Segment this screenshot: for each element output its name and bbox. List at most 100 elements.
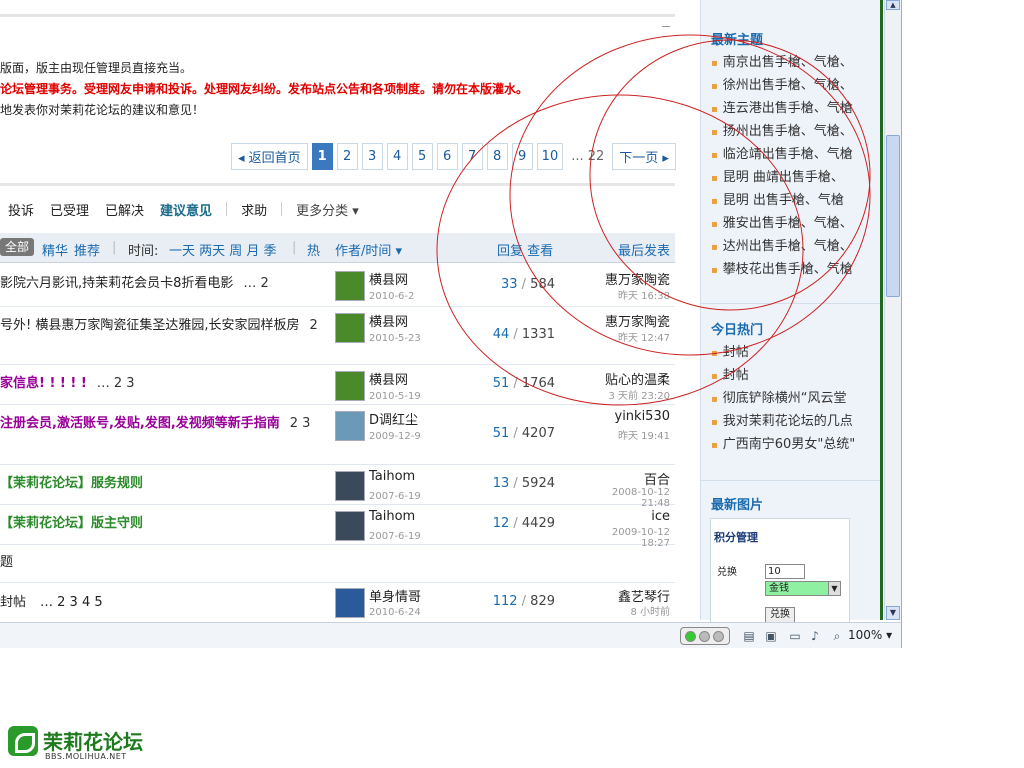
- scrollbar-thumb[interactable]: [886, 135, 900, 297]
- thread-date: 2007-6-19: [369, 491, 421, 502]
- hot-topic-item[interactable]: 封帖: [711, 341, 871, 364]
- latest-topic-item[interactable]: 攀枝花出售手槍、气槍: [711, 258, 871, 281]
- latest-topic-item[interactable]: 南京出售手槍、气槍、: [711, 51, 871, 74]
- table-row[interactable]: 封帖… 2 3 4 5 单身情哥 2010-6-24 鑫艺琴行 8 小时前 112 / 8…: [0, 583, 675, 621]
- latest-topic-item[interactable]: 徐州出售手槍、气槍、: [711, 74, 871, 97]
- category-complaint[interactable]: 投诉: [0, 200, 42, 219]
- next-page-button[interactable]: 下一页 ▸: [612, 142, 676, 170]
- last-post-time[interactable]: 3 天前 23:20: [580, 387, 670, 402]
- zoom-level[interactable]: 100% ▾: [848, 628, 892, 642]
- sort-author-time[interactable]: 作者/时间 ▾: [335, 240, 402, 259]
- last-poster[interactable]: ice: [580, 509, 670, 524]
- thread-author[interactable]: Taihom: [369, 469, 415, 484]
- page-icon[interactable]: ▤: [742, 629, 756, 643]
- table-row[interactable]: 【茉莉花论坛】版主守则 Taihom 2007-6-19 12 / 4429 ice 20…: [0, 505, 675, 549]
- avatar[interactable]: [335, 411, 365, 441]
- category-accepted[interactable]: 已受理: [42, 200, 97, 219]
- page-7[interactable]: 7: [461, 142, 483, 170]
- collapse-icon[interactable]: [662, 26, 670, 27]
- table-row[interactable]: 【茉莉花论坛】服务规则 Taihom 2007-6-19 13 / 5924 百合 200…: [0, 465, 675, 509]
- thread-title-link[interactable]: 注册会员,激活账号,发贴,发图,发视频等新手指南 2 3: [0, 414, 320, 434]
- page-4[interactable]: 4: [386, 142, 408, 170]
- thread-author[interactable]: 横县网: [369, 311, 408, 330]
- page-5[interactable]: 5: [411, 142, 433, 170]
- page-8[interactable]: 8: [486, 142, 508, 170]
- hot-topic-item[interactable]: 彻底铲除横州“风云堂: [711, 387, 871, 410]
- last-poster[interactable]: 惠万家陶瓷: [580, 311, 670, 330]
- scroll-down-arrow-icon[interactable]: ▼: [886, 606, 900, 620]
- category-help[interactable]: 求助: [233, 200, 275, 219]
- table-row[interactable]: 影院六月影讯,持茉莉花会员卡8折看电影 … 2 横县网 2010-6-2 33 / 58…: [0, 265, 675, 307]
- connection-status-icon[interactable]: [680, 627, 730, 645]
- avatar[interactable]: [335, 371, 365, 401]
- avatar[interactable]: [335, 313, 365, 343]
- page-1[interactable]: 1: [311, 142, 333, 170]
- latest-topic-item[interactable]: 昆明 出售手槍、气槍: [711, 189, 871, 212]
- zoom-icon[interactable]: ⌕: [830, 629, 844, 643]
- time-filter-options[interactable]: 一天 两天 周 月 季: [169, 240, 277, 259]
- latest-topic-item[interactable]: 临沧靖出售手槍、气槍: [711, 143, 871, 166]
- page-10[interactable]: 10: [536, 142, 564, 170]
- filter-digest[interactable]: 精华: [42, 240, 68, 259]
- hot-topic-item[interactable]: 我对茉莉花论坛的几点: [711, 410, 871, 433]
- last-poster[interactable]: yinki530: [580, 409, 671, 424]
- scroll-up-arrow-icon[interactable]: ▲: [886, 0, 900, 10]
- filter-recommend[interactable]: 推荐: [74, 240, 100, 259]
- thread-pages[interactable]: … 2 3: [97, 376, 135, 391]
- last-poster[interactable]: 百合: [580, 469, 670, 488]
- latest-topic-item[interactable]: 达州出售手槍、气槍、: [711, 235, 871, 258]
- thread-title-link[interactable]: 影院六月影讯,持茉莉花会员卡8折看电影 … 2: [0, 274, 320, 294]
- back-home-button[interactable]: ◂ 返回首页: [231, 142, 308, 170]
- sound-icon[interactable]: ♪: [808, 629, 822, 643]
- thread-title-link[interactable]: 号外! 横县惠万家陶瓷征集圣达雅园,长安家园样板房 2: [0, 316, 320, 336]
- filter-all-button[interactable]: 全部: [0, 238, 35, 256]
- more-categories-dropdown[interactable]: 更多分类 ▾: [288, 200, 367, 219]
- thread-title-link[interactable]: 家信息! ! ! ! ! … 2 3: [0, 374, 320, 394]
- avatar[interactable]: [335, 511, 365, 541]
- latest-topic-item[interactable]: 昆明 曲靖出售手槍、: [711, 166, 871, 189]
- thread-pages[interactable]: … 2: [243, 276, 268, 291]
- page-2[interactable]: 2: [336, 142, 358, 170]
- avatar[interactable]: [335, 471, 365, 501]
- last-post-time[interactable]: 昨天 16:38: [580, 287, 670, 302]
- last-post-time[interactable]: 昨天 12:47: [580, 329, 670, 344]
- image-icon[interactable]: ▣: [764, 629, 778, 643]
- sidebar-divider: [701, 303, 881, 304]
- thread-author[interactable]: Taihom: [369, 509, 415, 524]
- sort-last-post[interactable]: 最后发表: [618, 240, 670, 259]
- last-poster[interactable]: 惠万家陶瓷: [580, 269, 670, 288]
- last-poster[interactable]: 贴心的温柔: [580, 369, 670, 388]
- latest-topic-item[interactable]: 雅安出售手槍、气槍、: [711, 212, 871, 235]
- thread-author[interactable]: 横县网: [369, 369, 408, 388]
- thread-author[interactable]: D调红尘: [369, 409, 418, 428]
- hot-topic-item[interactable]: 广西南宁60男女"总统": [711, 433, 871, 456]
- thread-author[interactable]: 横县网: [369, 269, 408, 288]
- last-post-time[interactable]: 8 小时前: [580, 603, 670, 618]
- avatar[interactable]: [335, 588, 365, 618]
- page-3[interactable]: 3: [361, 142, 383, 170]
- table-row[interactable]: 号外! 横县惠万家陶瓷征集圣达雅园,长安家园样板房 2 横县网 2010-5-23 44…: [0, 307, 675, 365]
- scrollbar-track[interactable]: [884, 0, 901, 620]
- thread-author[interactable]: 单身情哥: [369, 586, 421, 605]
- thread-pages[interactable]: 2: [309, 318, 317, 333]
- table-row[interactable]: 家信息! ! ! ! ! … 2 3 横县网 2010-5-19 51 / 1764 贴心…: [0, 365, 675, 405]
- thread-title-link[interactable]: 【茉莉花论坛】版主守则: [0, 514, 320, 534]
- category-resolved[interactable]: 已解决: [97, 200, 152, 219]
- avatar[interactable]: [335, 271, 365, 301]
- sort-replies-views[interactable]: 回复 查看: [497, 240, 553, 259]
- thread-pages[interactable]: … 2 3 4 5: [40, 593, 103, 613]
- latest-topic-item[interactable]: 扬州出售手槍、气槍、: [711, 120, 871, 143]
- table-row[interactable]: 注册会员,激活账号,发贴,发图,发视频等新手指南 2 3 D调红尘 2009-12-9…: [0, 405, 675, 465]
- screen-icon[interactable]: ▭: [788, 629, 802, 643]
- hot-topic-item[interactable]: 封帖: [711, 364, 871, 387]
- category-suggestions[interactable]: 建议意见: [152, 200, 220, 219]
- filter-hot[interactable]: 热: [307, 240, 320, 259]
- latest-topic-item[interactable]: 连云港出售手槍、气槍: [711, 97, 871, 120]
- page-9[interactable]: 9: [511, 142, 533, 170]
- last-post-time[interactable]: 昨天 19:41: [580, 427, 670, 442]
- page-last[interactable]: ... 22: [567, 142, 609, 170]
- thread-title-link[interactable]: 【茉莉花论坛】服务规则: [0, 474, 320, 494]
- latest-picture-thumbnail[interactable]: 积分管理 兑换 10 金钱 ▼ 兑换: [710, 518, 850, 628]
- thread-pages[interactable]: 2 3: [290, 416, 311, 431]
- page-6[interactable]: 6: [436, 142, 458, 170]
